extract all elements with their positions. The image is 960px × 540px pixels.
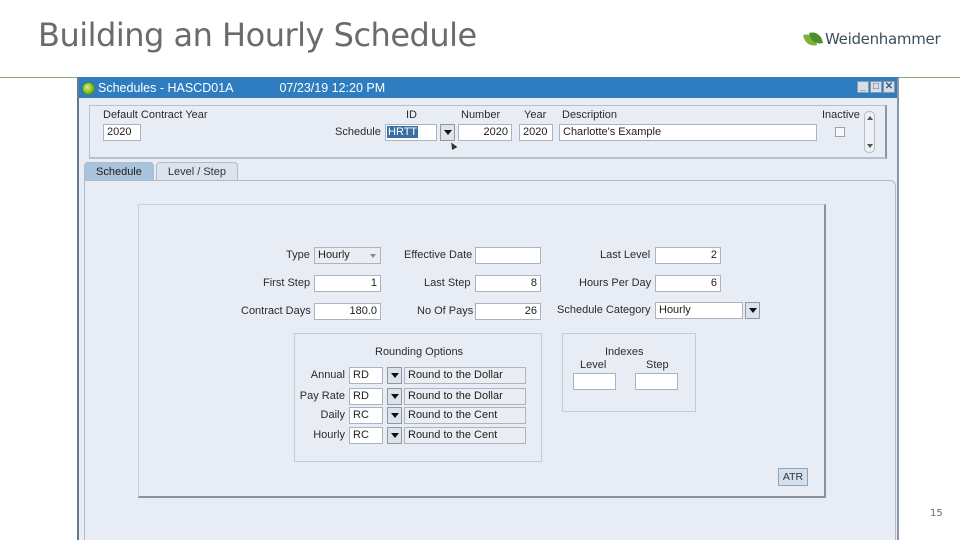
rounding-daily-label: Daily bbox=[320, 409, 345, 421]
dropdown-arrow-icon bbox=[748, 308, 757, 313]
record-scroller[interactable] bbox=[864, 111, 875, 153]
description-field[interactable]: Charlotte's Example bbox=[559, 124, 817, 141]
rounding-annual-label: Annual bbox=[310, 369, 345, 381]
tab-bar: Schedule Level / Step bbox=[84, 162, 240, 181]
effective-date-label: Effective Date bbox=[404, 249, 473, 261]
logo-text: Weidenhammer bbox=[825, 30, 941, 48]
rounding-hourly-code[interactable]: RC bbox=[349, 427, 383, 444]
number-field[interactable]: 2020 bbox=[458, 124, 512, 141]
last-level-field[interactable]: 2 bbox=[655, 247, 721, 264]
last-step-field[interactable]: 8 bbox=[475, 275, 541, 292]
id-label: ID bbox=[406, 109, 417, 121]
schedule-id-value: HRTT bbox=[387, 126, 419, 138]
inactive-checkbox[interactable] bbox=[835, 127, 845, 137]
schedule-label: Schedule bbox=[335, 126, 381, 138]
divider-left bbox=[0, 77, 78, 78]
last-level-label: Last Level bbox=[600, 249, 651, 261]
rounding-options-title: Rounding Options bbox=[375, 346, 464, 358]
scroll-down-icon[interactable] bbox=[867, 144, 873, 148]
number-label: Number bbox=[461, 109, 501, 121]
rounding-pay-rate-code[interactable]: RD bbox=[349, 388, 383, 405]
atr-button[interactable]: ATR bbox=[778, 468, 808, 486]
window-titlebar[interactable]: Schedules - HASCD01A 07/23/19 12:20 PM _… bbox=[79, 78, 897, 98]
rounding-hourly-description: Round to the Cent bbox=[404, 427, 526, 444]
page-number: 15 bbox=[930, 508, 943, 519]
schedule-details-panel: Type Hourly First Step 1 Contract Days 1… bbox=[138, 204, 826, 498]
maximize-icon: □ bbox=[872, 81, 880, 92]
rounding-annual-dropdown[interactable] bbox=[387, 367, 402, 384]
indexes-title: Indexes bbox=[605, 346, 644, 358]
index-step-label: Step bbox=[646, 359, 669, 371]
schedule-category-label: Schedule Category bbox=[557, 304, 651, 316]
year-label: Year bbox=[524, 109, 547, 121]
default-contract-year-field[interactable]: 2020 bbox=[103, 124, 141, 141]
first-step-field[interactable]: 1 bbox=[314, 275, 381, 292]
default-contract-year-label: Default Contract Year bbox=[103, 109, 208, 121]
dropdown-arrow-icon bbox=[443, 130, 452, 135]
maximize-button[interactable]: □ bbox=[870, 81, 882, 93]
description-label: Description bbox=[562, 109, 618, 121]
type-value: Hourly bbox=[318, 249, 350, 261]
mouse-cursor-icon bbox=[448, 140, 458, 151]
rounding-daily-description: Round to the Cent bbox=[404, 407, 526, 424]
rounding-annual-code[interactable]: RD bbox=[349, 367, 383, 384]
hours-per-day-field[interactable]: 6 bbox=[655, 275, 721, 292]
schedule-tab-panel: Type Hourly First Step 1 Contract Days 1… bbox=[84, 180, 896, 540]
index-level-field[interactable] bbox=[573, 373, 616, 390]
schedule-category-field[interactable]: Hourly bbox=[655, 302, 743, 319]
contract-days-field[interactable]: 180.0 bbox=[314, 303, 381, 320]
rounding-daily-dropdown[interactable] bbox=[387, 407, 402, 424]
index-level-label: Level bbox=[580, 359, 607, 371]
schedule-id-field[interactable]: HRTT bbox=[385, 124, 437, 141]
schedule-id-dropdown-button[interactable] bbox=[440, 124, 455, 141]
window-controls: _ □ ✕ bbox=[857, 81, 895, 93]
tab-schedule[interactable]: Schedule bbox=[84, 162, 154, 181]
schedule-category-dropdown-button[interactable] bbox=[745, 302, 760, 319]
indexes-group: Indexes Level Step bbox=[562, 333, 696, 412]
dropdown-arrow-icon bbox=[390, 373, 399, 378]
type-label: Type bbox=[286, 249, 310, 261]
minimize-button[interactable]: _ bbox=[857, 81, 869, 93]
leaf-logo-icon bbox=[802, 29, 824, 49]
first-step-label: First Step bbox=[263, 277, 311, 289]
close-icon: ✕ bbox=[884, 81, 894, 92]
window-timestamp: 07/23/19 12:20 PM bbox=[279, 81, 386, 95]
rounding-hourly-dropdown[interactable] bbox=[387, 427, 402, 444]
type-dropdown-icon bbox=[370, 254, 376, 258]
hours-per-day-label: Hours Per Day bbox=[579, 277, 652, 289]
no-of-pays-label: No Of Pays bbox=[417, 305, 474, 317]
scroll-up-icon[interactable] bbox=[867, 116, 873, 120]
rounding-options-group: Rounding Options Annual RD Round to the … bbox=[294, 333, 542, 462]
rounding-daily-code[interactable]: RC bbox=[349, 407, 383, 424]
last-step-label: Last Step bbox=[424, 277, 471, 289]
index-step-field[interactable] bbox=[635, 373, 678, 390]
divider-right bbox=[898, 77, 960, 78]
slide-title: Building an Hourly Schedule bbox=[38, 16, 477, 54]
rounding-pay-rate-dropdown[interactable] bbox=[387, 388, 402, 405]
dropdown-arrow-icon bbox=[390, 413, 399, 418]
no-of-pays-field[interactable]: 26 bbox=[475, 303, 541, 320]
rounding-hourly-label: Hourly bbox=[313, 429, 345, 441]
inactive-label: Inactive bbox=[822, 109, 860, 121]
weidenhammer-logo: Weidenhammer bbox=[802, 29, 941, 49]
close-button[interactable]: ✕ bbox=[883, 81, 895, 93]
schedule-header-panel: Default Contract Year 2020 ID Schedule H… bbox=[89, 105, 887, 159]
tab-level-step[interactable]: Level / Step bbox=[155, 162, 238, 181]
rounding-pay-rate-label: Pay Rate bbox=[299, 390, 345, 402]
year-field[interactable]: 2020 bbox=[519, 124, 553, 141]
window-title: Schedules - HASCD01A bbox=[98, 81, 234, 95]
type-select[interactable]: Hourly bbox=[314, 247, 381, 264]
dropdown-arrow-icon bbox=[390, 433, 399, 438]
app-icon bbox=[82, 81, 95, 95]
effective-date-field[interactable] bbox=[475, 247, 541, 264]
contract-days-label: Contract Days bbox=[241, 305, 311, 317]
minimize-icon: _ bbox=[860, 81, 866, 92]
rounding-annual-description: Round to the Dollar bbox=[404, 367, 526, 384]
rounding-pay-rate-description: Round to the Dollar bbox=[404, 388, 526, 405]
schedules-window: Schedules - HASCD01A 07/23/19 12:20 PM _… bbox=[77, 78, 899, 540]
dropdown-arrow-icon bbox=[390, 394, 399, 399]
